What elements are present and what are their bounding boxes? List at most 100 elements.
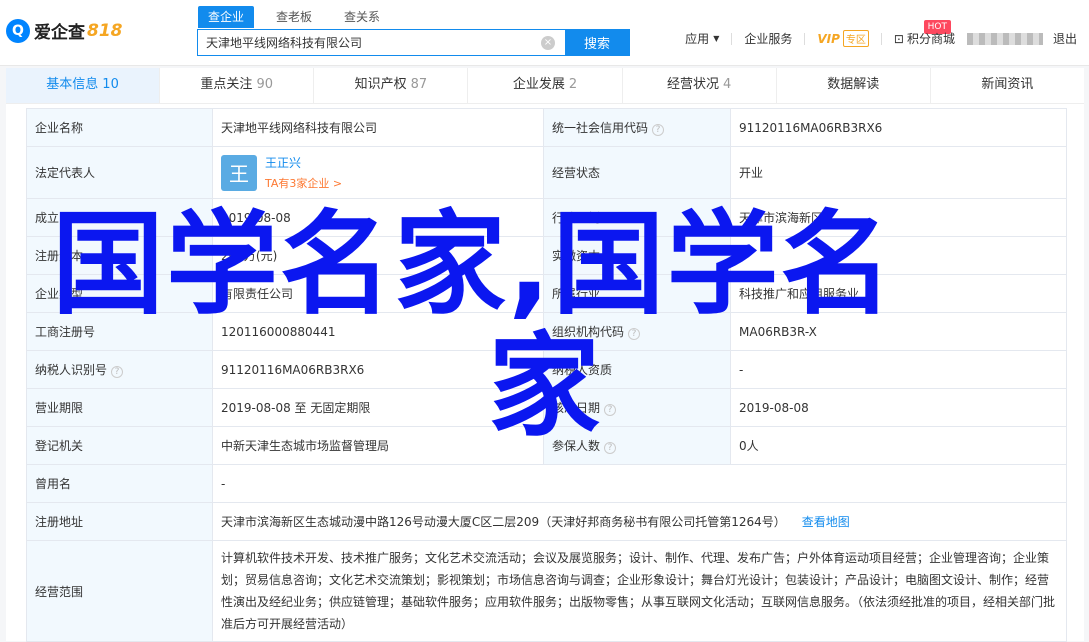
table-row: 企业类型 有限责任公司 所属行业 科技推广和应用服务业 [26,274,1067,313]
top-nav: 应用 ▼ 企业服务 VIP 专区 ⊡ 积分商城 退出 [685,30,1089,47]
tab-basic-info[interactable]: 基本信息 10 [6,68,161,103]
nav-service[interactable]: 企业服务 [744,30,806,47]
term-label: 营业期限 [26,388,213,427]
term-value: 2019-08-08 至 无固定期限 [212,388,544,427]
help-icon[interactable]: ? [604,404,617,416]
approve-date-label: 核准日期? [543,388,731,427]
user-name-blurred[interactable] [966,32,1043,45]
help-icon[interactable]: ? [604,442,617,454]
view-map-link[interactable]: 查看地图 [802,515,850,529]
help-icon[interactable]: ? [652,124,665,136]
tab-operation[interactable]: 经营状况 4 [623,68,777,103]
company-name-label: 企业名称 [26,108,213,147]
table-row: 营业期限 2019-08-08 至 无固定期限 核准日期? 2019-08-08 [26,388,1067,427]
gift-icon: ⊡ [893,31,904,46]
table-row: 成立日期 2019-08-08 行政区划 天津市滨海新区 [26,198,1067,237]
paid-capital-value [730,236,1067,275]
search-tab-boss[interactable]: 查老板 [266,6,322,28]
nav-service-label: 企业服务 [744,32,793,46]
basic-info-panel: 企业名称 天津地平线网络科技有限公司 统一社会信用代码? 91120116MA0… [6,104,1084,642]
authority-value: 中新天津生态城市场监督管理局 [212,426,544,465]
table-row: 企业名称 天津地平线网络科技有限公司 统一社会信用代码? 91120116MA0… [26,108,1067,147]
former-name-value: - [212,464,1067,503]
nav-logout[interactable]: 退出 [1053,30,1077,47]
tab-news[interactable]: 新闻资讯 [931,68,1084,103]
approve-date-value: 2019-08-08 [730,388,1067,427]
basic-info-table: 企业名称 天津地平线网络科技有限公司 统一社会信用代码? 91120116MA0… [26,108,1067,642]
status-label: 经营状态 [543,146,731,199]
logo[interactable]: Q 爱企查 818 [6,18,123,43]
rep-name-link[interactable]: 王正兴 [265,154,342,171]
region-label: 行政区划 [543,198,731,237]
rep-label: 法定代表人 [26,146,213,199]
logo-number: 818 [87,20,123,41]
tab-ip[interactable]: 知识产权 87 [314,68,469,103]
rep-companies-link[interactable]: TA有3家企业 > [265,175,342,191]
paid-capital-label: 实缴资本 [543,236,731,275]
taxpayer-value: - [730,350,1067,389]
nav-app-label: 应用 [685,32,710,46]
top-bar: Q 爱企查 818 查企业 查老板 查关系 × 搜索 HOT 应用 ▼ 企业服务… [0,0,1089,66]
rep-value: 王 王正兴 TA有3家企业 > [212,146,544,199]
chevron-down-icon: ▼ [713,34,720,43]
founded-value: 2019-08-08 [212,198,544,237]
help-icon[interactable]: ? [111,366,124,378]
detail-tabs: 基本信息 10 重点关注 90 知识产权 87 企业发展 2 经营状况 4 数据解读 新闻… [6,68,1084,104]
search-tab-relation[interactable]: 查关系 [334,6,390,28]
table-row: 纳税人识别号? 91120116MA06RB3RX6 纳税人资质 - [26,350,1067,389]
credit-code-value: 91120116MA06RB3RX6 [730,108,1067,147]
search-tab-company[interactable]: 查企业 [198,6,255,28]
company-type-value: 有限责任公司 [212,274,544,313]
capital-value: 200万(元) [212,236,544,275]
nav-app[interactable]: 应用 ▼ [685,30,733,47]
table-row: 工商注册号 120116000880441 组织机构代码? MA06RB3R-X [26,312,1067,351]
industry-value: 科技推广和应用服务业 [730,274,1067,313]
nav-points-label: 积分商城 [906,32,955,46]
scope-value: 计算机软件技术开发、技术推广服务；文化艺术交流活动；会议及展览服务；设计、制作、… [212,540,1067,642]
org-code-value: MA06RB3R-X [730,312,1067,351]
address-value: 天津市滨海新区生态城动漫中路126号动漫大厦C区二层209（天津好邦商务秘书有限… [212,502,1067,541]
vip-sub-label: 专区 [842,30,869,47]
company-type-label: 企业类型 [26,274,213,313]
avatar: 王 [221,154,257,191]
help-icon[interactable]: ? [628,328,641,340]
tab-key-focus[interactable]: 重点关注 90 [160,68,315,103]
table-row: 注册地址 天津市滨海新区生态城动漫中路126号动漫大厦C区二层209（天津好邦商… [26,502,1067,541]
industry-label: 所属行业 [543,274,731,313]
credit-code-label: 统一社会信用代码? [543,108,731,147]
reg-no-label: 工商注册号 [26,312,213,351]
scope-label: 经营范围 [26,540,213,642]
search-box: × 搜索 [197,29,630,56]
status-value: 开业 [730,146,1067,199]
former-name-label: 曾用名 [26,464,213,503]
table-row: 法定代表人 王 王正兴 TA有3家企业 > 经营状态 开业 [26,146,1067,199]
founded-label: 成立日期 [26,198,213,237]
table-row: 经营范围 计算机软件技术开发、技术推广服务；文化艺术交流活动；会议及展览服务；设… [26,540,1067,642]
clear-icon[interactable]: × [541,36,555,50]
region-value: 天津市滨海新区 [730,198,1067,237]
table-row: 登记机关 中新天津生态城市场监督管理局 参保人数? 0人 [26,426,1067,465]
taxpayer-label: 纳税人资质 [543,350,731,389]
nav-points[interactable]: ⊡ 积分商城 [894,30,955,47]
tab-development[interactable]: 企业发展 2 [468,68,623,103]
address-label: 注册地址 [26,502,213,541]
reg-no-value: 120116000880441 [212,312,544,351]
insured-label: 参保人数? [543,426,731,465]
tab-data-analysis[interactable]: 数据解读 [777,68,931,103]
table-row: 注册资本 200万(元) 实缴资本 [26,236,1067,275]
tax-id-value: 91120116MA06RB3RX6 [212,350,544,389]
authority-label: 登记机关 [26,426,213,465]
nav-logout-label: 退出 [1052,32,1077,46]
org-code-label: 组织机构代码? [543,312,731,351]
search-input[interactable] [198,30,541,55]
tax-id-label: 纳税人识别号? [26,350,213,389]
search-button[interactable]: 搜索 [565,30,629,55]
nav-vip[interactable]: VIP 专区 [817,30,882,47]
insured-value: 0人 [730,426,1067,465]
logo-text: 爱企查 [34,23,85,43]
capital-label: 注册资本 [26,236,213,275]
table-row: 曾用名 - [26,464,1067,503]
vip-label: VIP [817,31,840,46]
company-name-value: 天津地平线网络科技有限公司 [212,108,544,147]
search-type-tabs: 查企业 查老板 查关系 [198,6,402,28]
